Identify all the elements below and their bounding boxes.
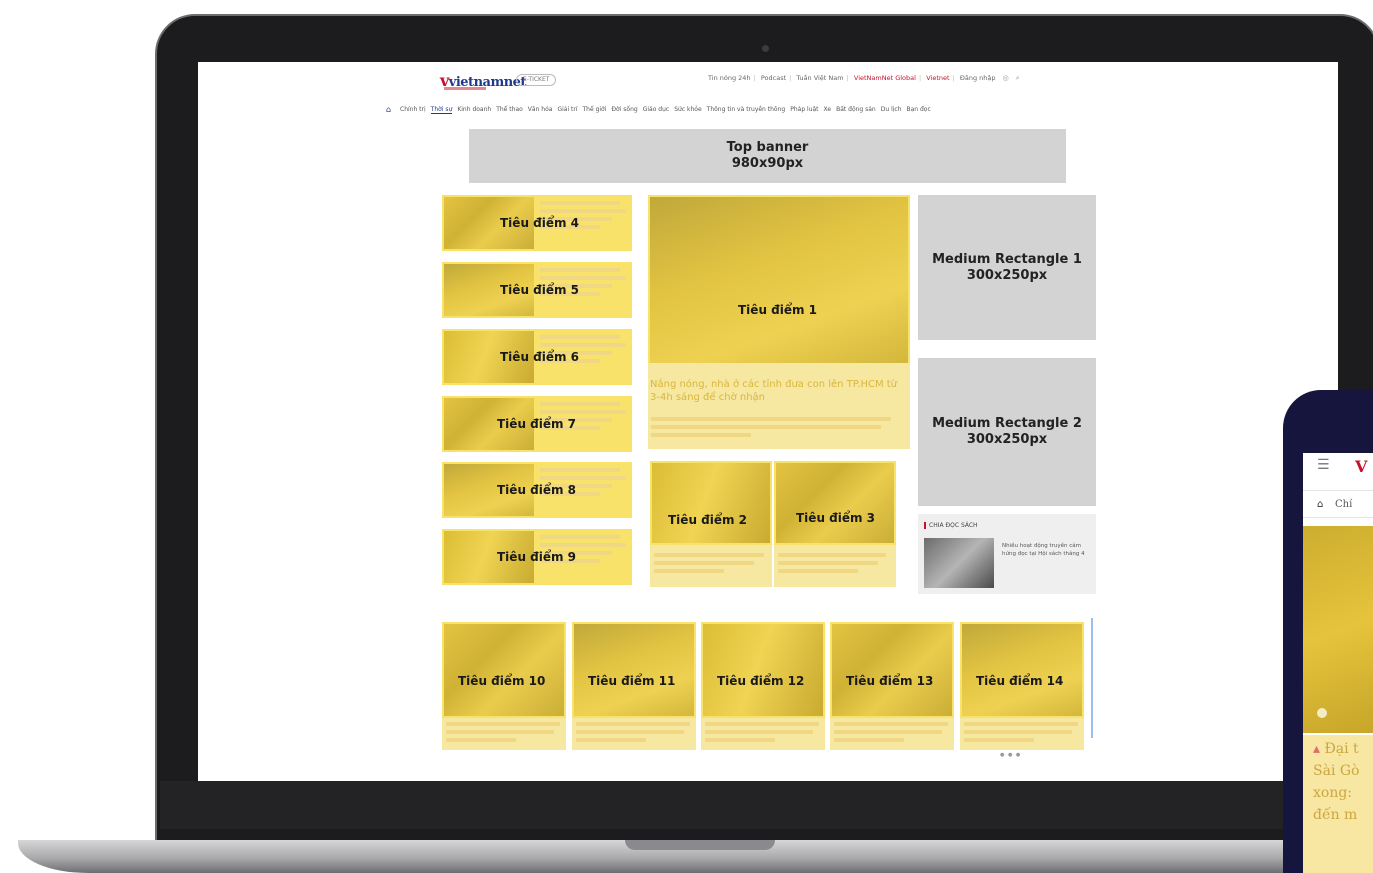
focus-12-label: Tiêu điểm 12 — [717, 674, 805, 688]
nav-item[interactable]: Du lịch — [881, 106, 902, 113]
hamburger-icon[interactable]: ☰ — [1317, 457, 1330, 473]
nav-item[interactable]: Chính trị — [400, 106, 426, 113]
nav-item[interactable]: Thể thao — [496, 106, 523, 113]
mr1-title: Medium Rectangle 1 — [932, 251, 1082, 267]
book-widget[interactable]: CHIA ĐỌC SÁCH Nhiều hoạt động truyền cảm… — [918, 514, 1096, 594]
site-header: vvietnamnet E-TICKET Tin nóng 24h | Podca… — [198, 62, 1338, 102]
phone-headline-line-3: xong: — [1313, 785, 1353, 801]
focus-card-2[interactable]: Tiêu điểm 2 — [650, 461, 772, 587]
nav-items: Chính trị Thời sự Kinh doanh Thể thao Văn hó… — [400, 106, 936, 114]
toplink-global[interactable]: VietNamNet Global — [854, 74, 916, 82]
top-links: Tin nóng 24h | Podcast | Tuần Việt Nam | Vi… — [708, 74, 1020, 83]
nav-item[interactable]: Xe — [824, 106, 832, 113]
mr1-size: 300x250px — [966, 267, 1048, 283]
focus-10-label: Tiêu điểm 10 — [458, 674, 546, 688]
focus-3-label: Tiêu điểm 3 — [796, 511, 876, 525]
phone-nav-item[interactable]: Chí — [1335, 499, 1352, 510]
medium-rectangle-1-ad[interactable]: Medium Rectangle 1 300x250px — [918, 195, 1096, 340]
focus-4-label: Tiêu điểm 4 — [500, 216, 580, 230]
focus-main-label: Tiêu điểm 1 — [738, 303, 818, 317]
medium-rectangle-2-ad[interactable]: Medium Rectangle 2 300x250px — [918, 358, 1096, 506]
focus-card-10[interactable]: Tiêu điểm 10 — [442, 622, 566, 750]
focus-card-9[interactable]: Tiêu điểm 9 — [442, 529, 632, 585]
focus-card-11[interactable]: Tiêu điểm 11 — [572, 622, 696, 750]
nav-item[interactable]: Giải trí — [557, 106, 577, 113]
nav-item[interactable]: Pháp luật — [790, 106, 818, 113]
focus-5-label: Tiêu điểm 5 — [500, 283, 580, 297]
focus-card-main[interactable]: Tiêu điểm 1 — [648, 195, 910, 449]
focus-8-label: Tiêu điểm 8 — [497, 483, 577, 497]
book-thumbnail — [924, 538, 994, 588]
nav-item[interactable]: Sức khỏe — [674, 106, 701, 113]
nav-item[interactable]: Bất động sản — [836, 106, 876, 113]
laptop-chin — [160, 781, 1373, 829]
toplink-hot[interactable]: Tin nóng 24h — [708, 74, 751, 82]
nav-item[interactable]: Kinh doanh — [457, 106, 491, 113]
focus-6-label: Tiêu điểm 6 — [500, 350, 580, 364]
book-text: Nhiều hoạt động truyền cảm hứng đọc tại … — [1002, 543, 1085, 557]
toplink-podcast[interactable]: Podcast — [761, 74, 786, 82]
focus-card-8[interactable]: Tiêu điểm 8 — [442, 462, 632, 518]
login-link[interactable]: Đăng nhập — [960, 74, 996, 82]
focus-2-label: Tiêu điểm 2 — [668, 513, 748, 527]
nav-item[interactable]: Bạn đọc — [907, 106, 931, 113]
home-icon[interactable]: ⌂ — [386, 105, 391, 114]
mr2-title: Medium Rectangle 2 — [932, 416, 1082, 431]
phone-headline-line-2: Sài Gò — [1313, 763, 1360, 779]
phone-headline-line-4: đến m — [1313, 807, 1358, 823]
top-banner-size: 980x90px — [731, 156, 804, 171]
focus-card-4[interactable]: Tiêu điểm 4 — [442, 195, 632, 251]
focus-14-label: Tiêu điểm 14 — [976, 674, 1064, 688]
focus-card-3[interactable]: Tiêu điểm 3 — [774, 461, 896, 587]
phone-screen: ☰ V ⌂ Chí ▴ Đại t Sài Gò xong: đến m — [1303, 453, 1373, 873]
category-nav: ⌂ Chính trị Thời sự Kinh doanh Thể thao Văn … — [198, 102, 1338, 118]
nav-item[interactable]: Đời sống — [611, 106, 637, 113]
book-heading: CHIA ĐỌC SÁCH — [924, 522, 978, 529]
top-banner-ad[interactable]: Top banner 980x90px — [469, 129, 1066, 183]
nav-item[interactable]: Văn hóa — [528, 106, 553, 113]
logo-underline — [444, 87, 486, 90]
phone-logo[interactable]: V — [1355, 457, 1367, 476]
focus-9-label: Tiêu điểm 9 — [497, 550, 577, 564]
phone-hero-image[interactable] — [1303, 526, 1373, 733]
focus-card-5[interactable]: Tiêu điểm 5 — [442, 262, 632, 318]
slider-dots[interactable]: ● ● ● — [1000, 752, 1021, 758]
focus-card-6[interactable]: Tiêu điểm 6 — [442, 329, 632, 385]
focus-card-14[interactable]: Tiêu điểm 14 — [960, 622, 1084, 750]
nav-item[interactable]: Giáo dục — [643, 106, 669, 113]
camera-dot — [762, 45, 769, 52]
top-banner-title: Top banner — [726, 140, 809, 155]
toplink-vietnet[interactable]: Vietnet — [926, 74, 949, 82]
user-icon[interactable]: ◎ — [1003, 74, 1009, 82]
nav-item[interactable]: Thông tin và truyền thông — [707, 106, 786, 113]
marketing-mockup: vvietnamnet E-TICKET Tin nóng 24h | Podca… — [0, 0, 1373, 873]
focus-11-label: Tiêu điểm 11 — [588, 674, 676, 688]
focus-13-label: Tiêu điểm 13 — [846, 674, 934, 688]
eticket-button[interactable]: E-TICKET — [516, 74, 557, 86]
phone-headline-block[interactable]: ▴ Đại t Sài Gò xong: đến m — [1303, 735, 1373, 873]
toplink-tvn[interactable]: Tuần Việt Nam — [796, 74, 843, 82]
focus-card-7[interactable]: Tiêu điểm 7 — [442, 396, 632, 452]
nav-item[interactable]: Thế giới — [583, 106, 607, 113]
phone-nav: ⌂ Chí — [1303, 490, 1373, 518]
nav-item[interactable]: Thời sự — [430, 106, 453, 114]
mr2-size: 300x250px — [966, 432, 1048, 447]
phone-headline-line-1: Đại t — [1324, 741, 1359, 757]
laptop-notch — [625, 840, 775, 850]
play-icon — [1317, 708, 1327, 718]
focus-card-13[interactable]: Tiêu điểm 13 — [830, 622, 954, 750]
focus-main-headline[interactable]: Nắng nóng, nhà ở các tỉnh đưa con lên TP… — [650, 378, 906, 404]
home-icon[interactable]: ⌂ — [1317, 499, 1323, 510]
focus-card-12[interactable]: Tiêu điểm 12 — [701, 622, 825, 750]
slider-scroll-indicator[interactable] — [1091, 618, 1093, 738]
search-icon[interactable]: ⌕ — [1016, 74, 1020, 83]
focus-7-label: Tiêu điểm 7 — [497, 417, 577, 431]
laptop-screen: vvietnamnet E-TICKET Tin nóng 24h | Podca… — [198, 62, 1338, 781]
